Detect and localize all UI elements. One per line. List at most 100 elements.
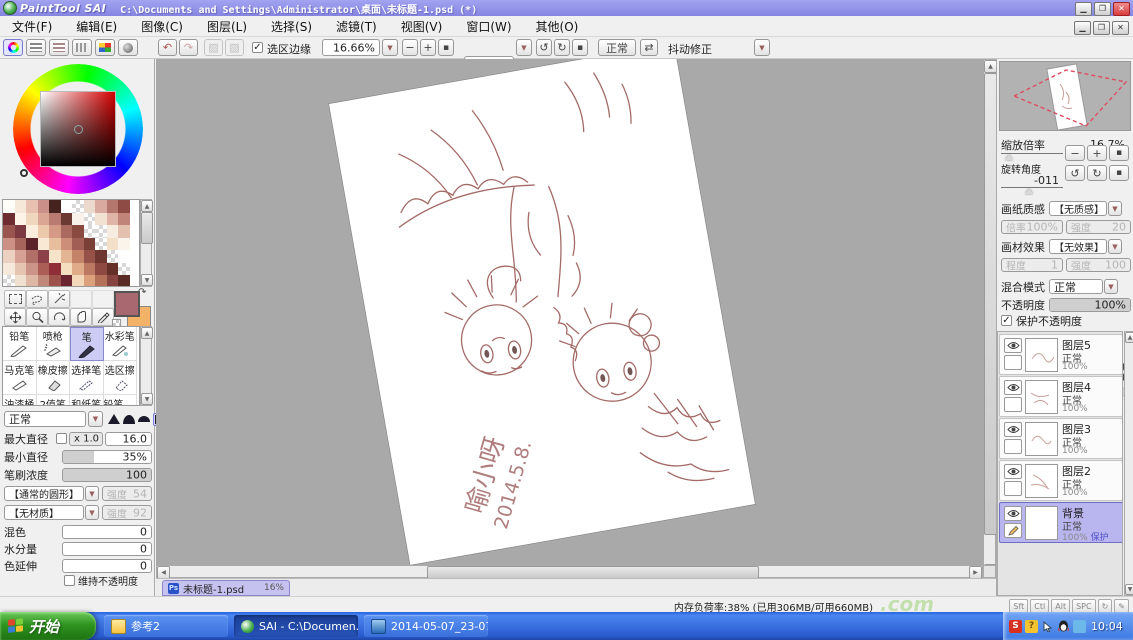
visibility-toggle[interactable]	[1004, 338, 1022, 353]
swap-colors-icon[interactable]: ↷	[138, 287, 146, 298]
color-swatch[interactable]	[61, 238, 73, 251]
menu-window[interactable]: 窗口(W)	[454, 16, 523, 36]
palette-scroll-thumb[interactable]	[141, 212, 153, 244]
color-swatch[interactable]	[15, 238, 27, 251]
doc-restore-button[interactable]: ❐	[1093, 21, 1110, 35]
tip-flat[interactable]	[138, 416, 150, 422]
brush-airbrush[interactable]: 喷枪	[37, 327, 71, 361]
rgb-slider-tab-button[interactable]	[26, 39, 46, 56]
help-tray-icon[interactable]: ?	[1025, 620, 1038, 633]
color-swatch[interactable]	[15, 275, 27, 287]
minimize-button[interactable]: ▁	[1075, 2, 1092, 16]
nav-rotate-ccw-button[interactable]	[1065, 165, 1085, 181]
document-page[interactable]: 喻小呀 2014.5.8.	[328, 59, 756, 565]
brush-watercolor[interactable]: 水彩笔	[104, 327, 138, 361]
taskbar-item-capture[interactable]: 2014-05-07_23-07...	[364, 615, 488, 637]
zoom-tool[interactable]	[26, 308, 48, 326]
color-swatch[interactable]	[72, 213, 84, 226]
color-swatch[interactable]	[118, 263, 130, 276]
color-swatch[interactable]	[3, 213, 15, 226]
color-swatch[interactable]	[118, 200, 130, 213]
density-slider[interactable]: 100	[62, 468, 152, 482]
brush-edge-shape-dropdown[interactable]: 【通常的圆形】	[4, 486, 84, 501]
brush-scrollbar[interactable]	[140, 326, 152, 406]
color-swatch[interactable]	[107, 250, 119, 263]
color-swatch[interactable]	[84, 275, 96, 287]
zoom-out-button[interactable]	[402, 39, 418, 56]
hue-marker[interactable]	[20, 169, 28, 177]
menu-view[interactable]: 视图(V)	[389, 16, 455, 36]
layer-sub-checkbox[interactable]	[1004, 481, 1022, 496]
nav-rotate-cw-button[interactable]	[1087, 165, 1107, 181]
doc-minimize-button[interactable]: ▁	[1074, 21, 1091, 35]
brush-selection-pen[interactable]: 选择笔	[70, 361, 104, 395]
navigator-zoom-slider-marker[interactable]	[1005, 154, 1013, 160]
layer-row-3[interactable]: 图层3 正常 100%	[999, 418, 1123, 459]
color-swatch[interactable]	[26, 263, 38, 276]
mixer-tab-button[interactable]	[72, 39, 92, 56]
brush-selection-eraser[interactable]: 选区擦	[104, 361, 138, 395]
color-swatch[interactable]	[95, 275, 107, 287]
color-swatch[interactable]	[72, 263, 84, 276]
layer-row-background-selected[interactable]: 背景 正常 100% 保护	[999, 502, 1123, 543]
color-swatch[interactable]	[26, 213, 38, 226]
view-normal-button[interactable]: 正常	[598, 39, 636, 56]
color-swatch[interactable]	[61, 200, 73, 213]
nav-zoom-out-button[interactable]	[1065, 145, 1085, 161]
brush-pencil[interactable]: 铅笔	[3, 327, 37, 361]
color-swatch[interactable]	[84, 200, 96, 213]
blend-mode-dropdown[interactable]: 正常	[1049, 279, 1103, 294]
material-effect-dropdown[interactable]: 【无效果】	[1049, 239, 1107, 254]
menu-file[interactable]: 文件(F)	[0, 16, 64, 36]
magic-wand-tool[interactable]	[48, 290, 70, 308]
blend-mode-dropdown-button[interactable]	[1104, 279, 1118, 294]
brush-paper-pen[interactable]: 和纸笔	[70, 395, 104, 406]
rect-select-tool[interactable]	[4, 290, 26, 308]
protect-opacity-checkbox[interactable]	[1001, 315, 1012, 326]
color-swatch[interactable]	[38, 275, 50, 287]
color-swatch[interactable]	[26, 225, 38, 238]
sv-marker[interactable]	[74, 125, 83, 134]
rotate-reset-button[interactable]	[572, 39, 588, 56]
canvas-vertical-scrollbar[interactable]	[983, 59, 996, 578]
tip-round[interactable]	[123, 415, 135, 424]
cursor-tray-icon[interactable]	[1041, 620, 1054, 633]
color-swatch[interactable]	[38, 225, 50, 238]
selection-edge-checkbox[interactable]	[252, 42, 263, 53]
brush-binary-pen[interactable]: 2值笔	[37, 395, 71, 406]
color-swatch[interactable]	[15, 250, 27, 263]
brush-texture-dropdown[interactable]: 【无材质】	[4, 505, 84, 520]
color-swatch[interactable]	[84, 250, 96, 263]
brush-pen-selected[interactable]: 笔	[70, 327, 104, 361]
color-swatch[interactable]	[72, 200, 84, 213]
menu-filter[interactable]: 滤镜(T)	[324, 16, 389, 36]
color-swatch[interactable]	[3, 200, 15, 213]
rotate-indicator[interactable]: ↻	[1098, 599, 1113, 613]
visibility-toggle[interactable]	[1004, 464, 1022, 479]
menu-layer[interactable]: 图层(L)	[195, 16, 259, 36]
rotate-ccw-button[interactable]	[536, 39, 552, 56]
layer-row-4[interactable]: 图层4 正常 100%	[999, 376, 1123, 417]
color-swatch[interactable]	[118, 213, 130, 226]
color-swatch[interactable]	[15, 225, 27, 238]
color-swatch[interactable]	[72, 250, 84, 263]
brush-bucket[interactable]: 油漆桶	[3, 395, 37, 406]
color-swatch[interactable]	[38, 200, 50, 213]
paper-texture-dropdown[interactable]: 【无质感】	[1049, 201, 1107, 216]
color-swatch[interactable]	[3, 250, 15, 263]
material-effect-dropdown-button[interactable]	[1108, 239, 1122, 254]
lasso-tool[interactable]	[26, 290, 48, 308]
close-button[interactable]: ✕	[1113, 2, 1130, 16]
color-wheel-tab-button[interactable]	[3, 39, 23, 56]
eyedropper-tool[interactable]	[92, 308, 114, 326]
layer-sub-checkbox[interactable]	[1004, 397, 1022, 412]
color-swatch[interactable]	[15, 213, 27, 226]
color-swatch[interactable]	[61, 250, 73, 263]
color-swatch[interactable]	[107, 213, 119, 226]
foreground-color-swatch[interactable]	[114, 291, 140, 317]
nav-rotate-reset-button[interactable]	[1109, 165, 1129, 181]
brush-edge-dropdown-button[interactable]	[85, 486, 99, 501]
layer-scroll-down-icon[interactable]	[1125, 584, 1133, 595]
editing-pencil-toggle[interactable]	[1004, 523, 1022, 538]
palette-scroll-up-icon[interactable]	[141, 200, 153, 212]
